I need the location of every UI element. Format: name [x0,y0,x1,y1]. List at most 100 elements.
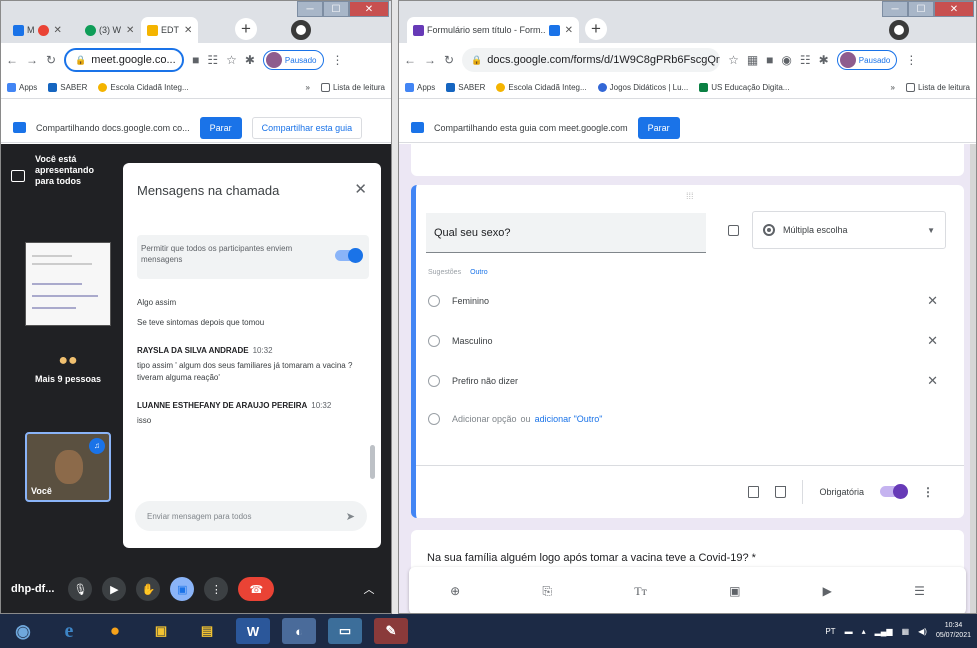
present-now-icon[interactable]: ▣ [170,577,195,601]
extension-3-icon[interactable]: ◉ [781,53,791,67]
remove-option-icon[interactable]: ✕ [927,373,938,389]
send-icon[interactable]: ➤ [346,510,355,523]
question-type-select[interactable]: Múltipla escolha ▼ [752,211,946,249]
reading-list[interactable]: Lista de leitura [905,83,970,92]
suggestion-chip[interactable]: Outro [470,269,488,276]
more-participants-tile[interactable]: ●● Mais 9 pessoas [25,352,111,412]
tab-whatsapp[interactable]: (3) W ✕ [79,17,140,43]
chat-input[interactable]: Enviar mensagem para todos ➤ [135,501,367,531]
tool-icon[interactable]: ✎ [374,618,408,644]
add-question-icon[interactable]: ⊕ [450,584,460,598]
firefox-icon[interactable]: ● [98,618,132,644]
remove-option-icon[interactable]: ✕ [927,333,938,349]
bookmark-escola[interactable]: Escola Cidadã Integ... [98,83,189,92]
clock[interactable]: 10:34 05/07/2021 [936,621,971,641]
raise-hand-icon[interactable]: ✋ [136,577,161,601]
menu-kebab-icon[interactable]: ⋮ [332,53,344,67]
bookmark-jogos[interactable]: Jogos Didáticos | Lu... [597,83,688,92]
remove-option-icon[interactable]: ✕ [927,293,938,309]
chat-scrollbar[interactable] [370,445,375,479]
allow-messages-toggle[interactable] [335,248,363,263]
bookmark-us-educacao[interactable]: US Educação Digita... [699,83,789,92]
add-option-button[interactable]: Adicionar opção [452,414,517,424]
puzzle-icon[interactable]: ✱ [819,53,829,67]
add-title-icon[interactable]: Tт [634,584,647,599]
file-explorer-icon[interactable]: ▤ [190,618,224,644]
bookmark-star-icon[interactable]: ☆ [728,53,739,67]
maximize-icon[interactable]: ☐ [908,1,934,17]
add-video-icon[interactable]: ▶ [823,584,832,598]
language-indicator[interactable]: PT [825,627,835,636]
add-other-link[interactable]: adicionar "Outro" [535,414,603,424]
address-bar[interactable]: 🔒 meet.google.co... [64,48,185,72]
forward-icon[interactable]: → [26,53,38,67]
share-this-tab-button[interactable]: Compartilhar esta guia [251,116,363,139]
new-tab-button[interactable]: + [235,18,257,40]
profile-paused-button[interactable]: Pausado [836,50,898,70]
forward-icon[interactable]: → [424,53,436,67]
tab-gmail[interactable]: M ✕ [7,17,68,43]
bookmark-saber[interactable]: SABER [446,83,485,92]
presentation-thumbnail[interactable] [25,242,111,326]
stop-sharing-button[interactable]: Parar [199,116,242,139]
trash-icon[interactable] [775,485,787,498]
close-icon[interactable]: ✕ [354,180,367,198]
reload-icon[interactable]: ↻ [444,53,454,67]
minimize-icon[interactable]: ─ [882,1,908,17]
chevron-up-icon[interactable]: ︿ [357,577,381,601]
camera-icon[interactable]: ■ [192,53,199,67]
bookmark-star-icon[interactable]: ☆ [226,53,237,67]
extensions-icon[interactable]: ☷ [207,53,218,67]
start-button-icon[interactable]: ◉ [6,618,40,644]
close-tab-icon[interactable]: ✕ [126,25,134,36]
extensions-icon[interactable]: ☷ [800,53,811,67]
word-icon[interactable]: W [236,618,270,644]
close-window-icon[interactable]: ✕ [349,1,389,17]
add-section-icon[interactable]: ☰ [914,584,925,598]
close-tab-icon[interactable]: ✕ [54,25,62,36]
leave-call-icon[interactable]: ☎ [238,577,275,601]
keyboard-icon[interactable]: ▬ [845,627,853,636]
chrome-icon[interactable]: ◐ [282,618,316,644]
window-icon[interactable]: ▭ [328,618,362,644]
reload-icon[interactable]: ↻ [46,53,56,67]
question-card-active[interactable]: ⁞⁞⁞ Qual seu sexo? Múltipla escolha ▼ Su… [411,185,964,518]
reading-list[interactable]: Lista de leitura [320,83,385,92]
stop-sharing-button[interactable]: Parar [637,116,680,139]
bookmarks-overflow[interactable]: » [891,83,895,92]
drag-handle-icon[interactable]: ⁞⁞⁞ [686,191,694,201]
page-scrollbar[interactable] [970,144,976,613]
back-icon[interactable]: ← [6,53,18,67]
close-tab-icon[interactable]: ✕ [565,25,573,36]
signal-icon[interactable]: ▂▄▆ [875,627,893,636]
option-row[interactable]: Feminino ✕ [428,293,938,309]
tab-forms[interactable]: Formulário sem título - Form... ✕ [407,17,579,43]
bookmark-apps[interactable]: Apps [405,83,435,92]
add-image-icon[interactable] [728,225,739,236]
arrow-icon[interactable]: ▴ [862,627,866,636]
extension-1-icon[interactable]: ▦ [747,53,758,67]
option-row[interactable]: Prefiro não dizer ✕ [428,373,938,389]
volume-icon[interactable]: ◀) [918,627,927,636]
extension-2-icon[interactable]: ■ [766,53,773,67]
import-questions-icon[interactable]: ⎘ [542,584,552,599]
self-view-tile[interactable]: ♫ Você [25,432,111,502]
bookmarks-overflow[interactable]: » [306,83,310,92]
profile-circle-icon[interactable] [889,20,909,40]
minimize-icon[interactable]: ─ [297,1,323,17]
duplicate-icon[interactable] [748,485,760,498]
internet-explorer-icon[interactable]: e [52,618,86,644]
new-tab-button[interactable]: + [585,18,607,40]
close-tab-icon[interactable]: ✕ [184,25,192,36]
more-vert-icon[interactable]: ⋮ [922,485,934,499]
option-row[interactable]: Masculino ✕ [428,333,938,349]
previous-question-card[interactable] [411,144,964,176]
back-icon[interactable]: ← [404,53,416,67]
camera-toggle-icon[interactable]: ▶ [102,577,127,601]
close-window-icon[interactable]: ✕ [934,1,974,17]
add-image-icon[interactable]: ▣ [729,584,740,598]
menu-kebab-icon[interactable]: ⋮ [905,53,917,67]
puzzle-icon[interactable]: ✱ [245,53,255,67]
profile-paused-button[interactable]: Pausado [262,50,324,70]
question-title-input[interactable]: Qual seu sexo? [426,213,706,253]
